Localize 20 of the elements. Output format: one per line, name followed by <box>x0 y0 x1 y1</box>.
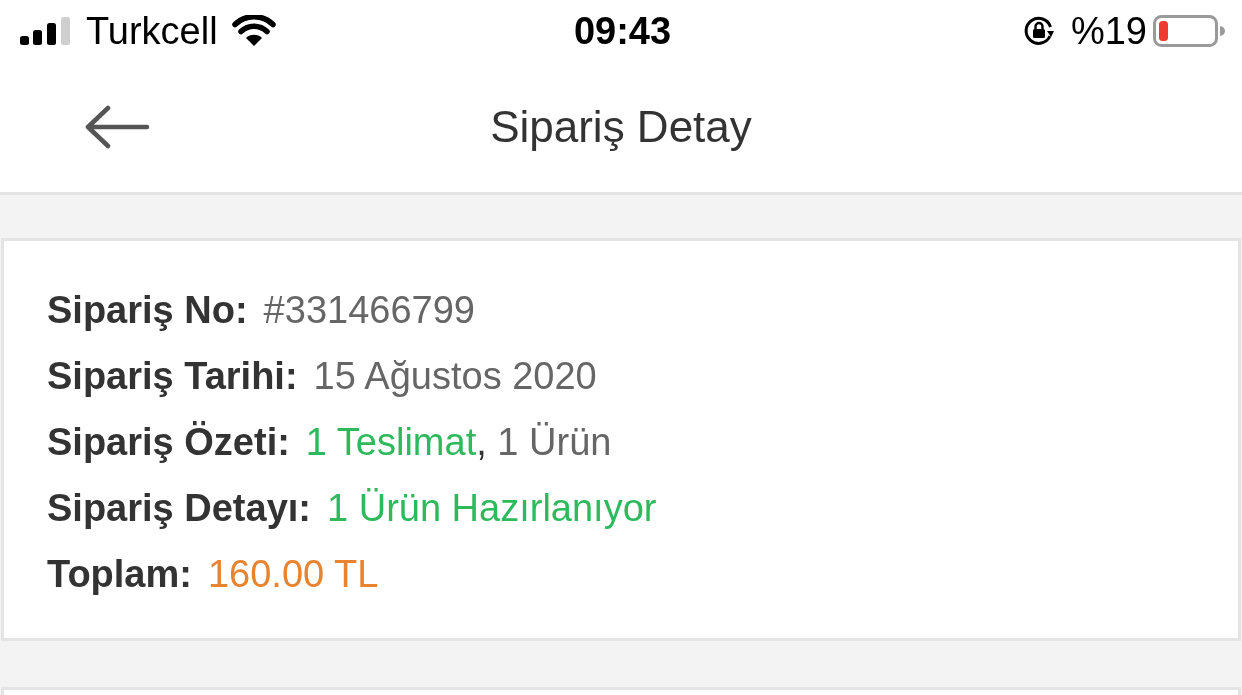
battery-percent: %19 <box>1070 9 1147 53</box>
detail-label: Sipariş Özeti: <box>47 420 290 464</box>
wifi-icon <box>231 15 276 47</box>
back-button[interactable] <box>84 105 150 149</box>
detail-value: 160.00 TL <box>207 552 379 596</box>
carrier-name: Turkcell <box>86 9 218 53</box>
detail-value: 1 Teslimat, 1 Ürün <box>305 420 612 464</box>
detail-value: 1 Ürün Hazırlanıyor <box>327 486 657 530</box>
detail-label: Sipariş No: <box>47 288 248 332</box>
battery-icon <box>1153 15 1225 47</box>
back-arrow-icon <box>84 105 150 149</box>
detail-value: 15 Ağustos 2020 <box>313 354 597 398</box>
detail-value: #331466799 <box>263 288 475 332</box>
clock-time: 09:43 <box>573 9 672 53</box>
page-title: Sipariş Detay <box>490 102 752 152</box>
signal-icon <box>20 17 70 45</box>
detail-label: Sipariş Detayı: <box>47 486 311 530</box>
rotation-lock-icon <box>1022 15 1055 47</box>
detail-label: Toplam: <box>47 552 192 596</box>
detail-label: Sipariş Tarihi: <box>47 354 298 398</box>
